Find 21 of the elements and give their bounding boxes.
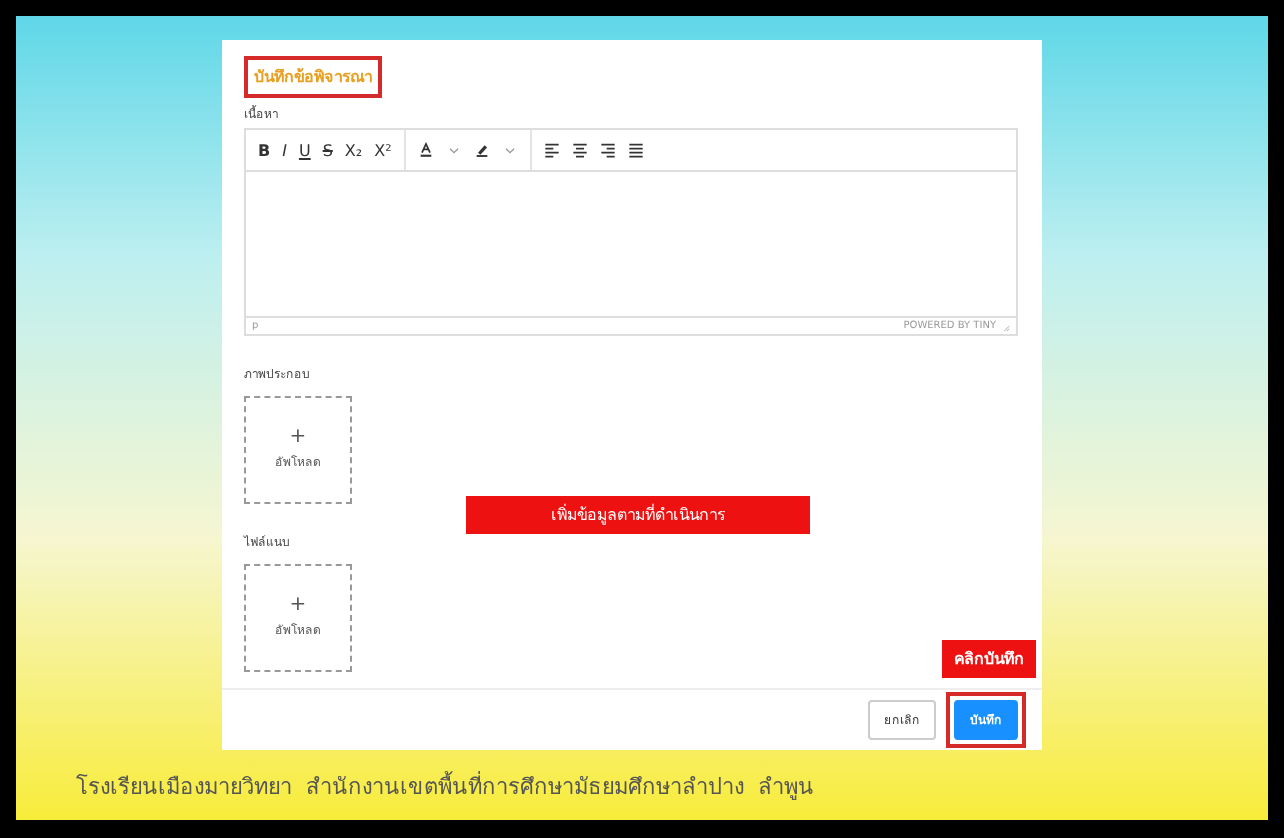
justify-icon[interactable]	[627, 142, 644, 158]
caret-icon[interactable]	[445, 142, 462, 158]
annotation-callout: เพิ่มข้อมูลตามที่ดำเนินการ	[466, 496, 810, 534]
format-button[interactable]: X²	[374, 141, 392, 159]
form-title: บันทึกข้อพิจารณา	[244, 56, 382, 98]
align-center-icon[interactable]	[571, 142, 588, 158]
highlighter-icon[interactable]	[473, 142, 490, 158]
caret-icon[interactable]	[501, 142, 518, 158]
format-button[interactable]: S	[322, 141, 333, 159]
format-button[interactable]: B	[258, 141, 271, 159]
plus-icon: +	[289, 428, 307, 448]
footer-text: โรงเรียนเมืองมายวิทยา สำนักงานเขตพื้นที่การศึกษามัธยมศึกษาลำปาง ลำพูน	[76, 769, 814, 803]
align-right-icon[interactable]	[599, 142, 616, 158]
resize-handle-icon[interactable]	[1000, 321, 1010, 331]
text-color-icon[interactable]	[417, 142, 434, 158]
annotation-callout: คลิกบันทึก	[940, 638, 1038, 680]
align-left-icon[interactable]	[543, 142, 560, 158]
format-button[interactable]: X₂	[344, 141, 363, 159]
plus-icon: +	[289, 596, 307, 616]
format-button[interactable]: U	[298, 141, 311, 159]
format-button[interactable]: I	[282, 141, 287, 159]
